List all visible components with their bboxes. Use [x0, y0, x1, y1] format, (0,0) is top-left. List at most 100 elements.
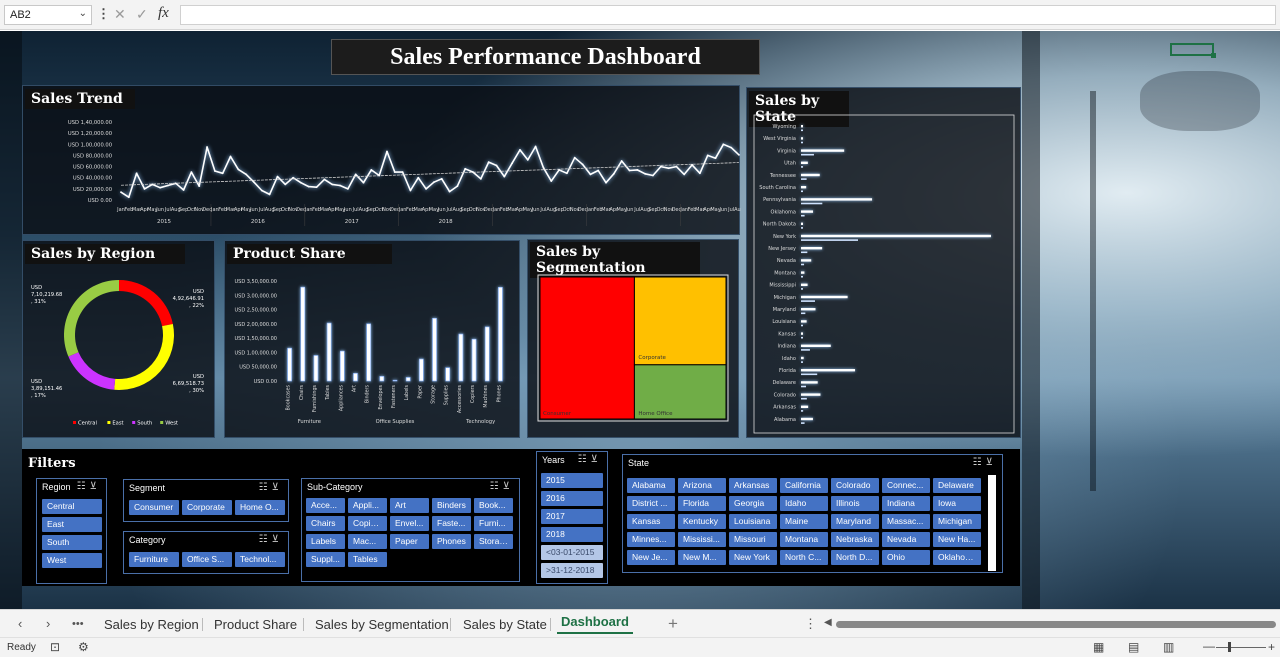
clear-filter-icon[interactable]: ⊻	[591, 454, 602, 465]
state-item[interactable]: Massac...	[882, 514, 930, 529]
state-item[interactable]: Idaho	[780, 496, 828, 511]
subcategory-slicer[interactable]: Sub-Category ☷⊻ Acce... Appli... Art Binder…	[301, 478, 520, 582]
years-item-no-data[interactable]: <03-01-2015	[541, 545, 603, 560]
state-item[interactable]: California	[780, 478, 828, 493]
subcategory-item[interactable]: Phones	[432, 534, 471, 549]
check-icon[interactable]: ✓	[136, 6, 148, 23]
years-slicer[interactable]: Years ☷⊻ 2015 2016 2017 2018 <03-01-2015…	[536, 451, 608, 584]
segment-item[interactable]: Corporate	[182, 500, 232, 515]
state-item[interactable]: New Ha...	[933, 532, 981, 547]
zoom-slider[interactable]	[1216, 647, 1266, 648]
segment-item[interactable]: Consumer	[129, 500, 179, 515]
multi-select-icon[interactable]: ☷	[259, 482, 272, 493]
tab-product-share[interactable]: Product Share	[214, 617, 297, 632]
state-item[interactable]: Delaware	[933, 478, 981, 493]
page-layout-icon[interactable]: ▤	[1128, 640, 1139, 654]
page-break-icon[interactable]: ▥	[1163, 640, 1174, 654]
segment-slicer[interactable]: Segment ☷⊻ Consumer Corporate Home O...	[123, 479, 289, 522]
years-item[interactable]: 2017	[541, 509, 603, 524]
state-item[interactable]: New Je...	[627, 550, 675, 565]
state-item[interactable]: Indiana	[882, 496, 930, 511]
sales-by-region-chart[interactable]: USD4,92,646.91, 22%USD6,69,518.73, 30%US…	[23, 241, 216, 439]
clear-filter-icon[interactable]: ⊻	[90, 481, 101, 492]
accessibility-icon[interactable]: ⚙	[78, 640, 89, 654]
more-tabs-button[interactable]: •••	[72, 618, 84, 630]
subcategory-item[interactable]: Tables	[348, 552, 387, 567]
region-slicer[interactable]: Region ☷⊻ Central East South West	[36, 478, 107, 584]
state-slicer-scrollbar[interactable]	[988, 475, 996, 571]
state-item[interactable]: Mississi...	[678, 532, 726, 547]
state-item[interactable]: Oklahoma	[933, 550, 981, 565]
region-item[interactable]: South	[42, 535, 102, 550]
region-item[interactable]: Central	[42, 499, 102, 514]
clear-filter-icon[interactable]: ⊻	[272, 534, 283, 545]
state-item[interactable]: Connec...	[882, 478, 930, 493]
vertical-dots-icon[interactable]: ⋮	[97, 6, 110, 22]
category-slicer[interactable]: Category ☷⊻ Furniture Office S... Techno…	[123, 531, 289, 574]
subcategory-item[interactable]: Book...	[474, 498, 513, 513]
zoom-out-button[interactable]: —	[1203, 639, 1215, 653]
sales-by-state-panel[interactable]: Sales by State Wyoming West Virginia Virgi…	[746, 87, 1021, 438]
subcategory-item[interactable]: Faste...	[432, 516, 471, 531]
clear-filter-icon[interactable]: ⊻	[272, 482, 283, 493]
state-item[interactable]: Colorado	[831, 478, 879, 493]
subcategory-item[interactable]: Copiers	[348, 516, 387, 531]
sales-by-segmentation-chart[interactable]: Consumer Corporate Home Office	[528, 240, 740, 439]
state-item[interactable]: Louisiana	[729, 514, 777, 529]
years-item[interactable]: 2018	[541, 527, 603, 542]
category-item[interactable]: Technol...	[235, 552, 285, 567]
product-share-panel[interactable]: Product Share USD 3,50,000.00 USD 3,00,00…	[224, 240, 520, 438]
state-item[interactable]: Alabama	[627, 478, 675, 493]
zoom-in-button[interactable]: +	[1268, 640, 1275, 654]
state-item[interactable]: Nevada	[882, 532, 930, 547]
multi-select-icon[interactable]: ☷	[973, 457, 986, 468]
state-slicer[interactable]: State ☷⊻ Alabama Arizona Arkansas Californi…	[622, 454, 1003, 573]
formula-input[interactable]	[180, 5, 1276, 25]
multi-select-icon[interactable]: ☷	[490, 481, 503, 492]
years-item[interactable]: 2016	[541, 491, 603, 506]
subcategory-item[interactable]: Paper	[390, 534, 429, 549]
selected-cell[interactable]	[1170, 43, 1216, 58]
state-item[interactable]: Maryland	[831, 514, 879, 529]
state-item[interactable]: Kentucky	[678, 514, 726, 529]
state-item[interactable]: North D...	[831, 550, 879, 565]
chevron-down-icon[interactable]: ⌄	[79, 8, 87, 19]
state-item[interactable]: Maine	[780, 514, 828, 529]
subcategory-item[interactable]: Suppl...	[306, 552, 345, 567]
state-item[interactable]: Montana	[780, 532, 828, 547]
state-item[interactable]: Illinois	[831, 496, 879, 511]
category-item[interactable]: Furniture	[129, 552, 179, 567]
subcategory-item[interactable]: Storage	[474, 534, 513, 549]
subcategory-item[interactable]: Mac...	[348, 534, 387, 549]
state-item[interactable]: Ohio	[882, 550, 930, 565]
sales-trend-panel[interactable]: Sales Trend USD 1,40,000.00 USD 1,20,000.…	[22, 85, 741, 236]
state-item[interactable]: Arkansas	[729, 478, 777, 493]
clear-filter-icon[interactable]: ⊻	[986, 457, 997, 468]
segment-item[interactable]: Home O...	[235, 500, 285, 515]
macro-record-icon[interactable]: ⊡	[50, 640, 60, 654]
state-item[interactable]: Arizona	[678, 478, 726, 493]
sales-by-region-panel[interactable]: Sales by Region USD 4,92,646.91, 22% USD 6,…	[22, 240, 215, 438]
chevron-right-icon[interactable]: ›	[46, 616, 50, 631]
state-item[interactable]: Nebraska	[831, 532, 879, 547]
state-item[interactable]: Michigan	[933, 514, 981, 529]
vertical-dots-icon[interactable]: ⋮	[804, 616, 817, 632]
sales-trend-chart[interactable]: USD 1,40,000.00 USD 1,20,000.00 USD 1,00,0…	[23, 86, 741, 236]
sales-by-segmentation-panel[interactable]: Sales by Segmentation Consumer Corporate H…	[527, 239, 739, 438]
tab-dashboard[interactable]: Dashboard	[557, 614, 633, 634]
tab-sales-by-state[interactable]: Sales by State	[463, 617, 547, 632]
worksheet-grid[interactable]: Sales Performance Dashboard Sales Trend …	[0, 31, 1280, 609]
multi-select-icon[interactable]: ☷	[259, 534, 272, 545]
state-item[interactable]: Iowa	[933, 496, 981, 511]
product-share-chart[interactable]: USD 3,50,000.00 USD 3,00,000.00 USD 2,50,0…	[225, 241, 521, 439]
subcategory-item[interactable]: Binders	[432, 498, 471, 513]
state-item[interactable]: District ...	[627, 496, 675, 511]
state-item[interactable]: Kansas	[627, 514, 675, 529]
subcategory-item[interactable]: Furni...	[474, 516, 513, 531]
clear-filter-icon[interactable]: ⊻	[503, 481, 514, 492]
state-item[interactable]: North C...	[780, 550, 828, 565]
subcategory-item[interactable]: Labels	[306, 534, 345, 549]
state-item[interactable]: Florida	[678, 496, 726, 511]
subcategory-item[interactable]: Art	[390, 498, 429, 513]
state-item[interactable]: New York	[729, 550, 777, 565]
